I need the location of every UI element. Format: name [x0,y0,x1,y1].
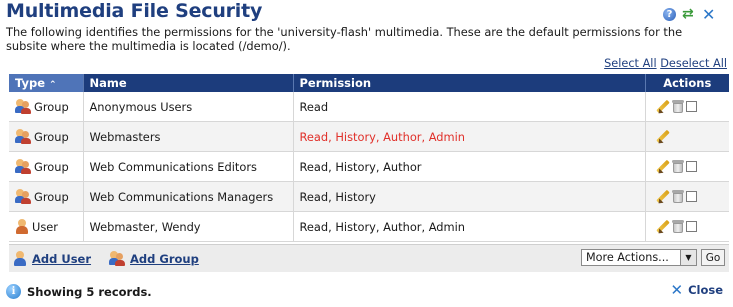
table-row: Group Web Communications Editors Read, H… [9,151,729,182]
user-icon [15,219,30,234]
add-group-button[interactable]: Add Group [109,251,199,266]
row-type: User [32,219,58,234]
row-checkbox[interactable] [685,101,697,112]
row-name: Anonymous Users [83,92,294,122]
help-icon[interactable]: ? [663,7,676,21]
page-description: The following identifies the permissions… [6,25,683,53]
row-type: Group [34,99,69,114]
row-permission: Read [293,92,646,122]
column-header-actions: Actions [645,74,729,92]
column-header-permission[interactable]: Permission [293,74,646,92]
table-row: Group Webmasters Read, History, Author, … [9,121,729,152]
table-row: Group Anonymous Users Read [9,92,729,122]
row-checkbox[interactable] [685,191,697,202]
deselect-all-link[interactable]: Deselect All [660,57,727,70]
column-header-type[interactable]: Type ⌃ [9,74,84,92]
go-button[interactable]: Go [701,249,725,266]
row-name: Web Communications Managers [83,181,294,212]
chevron-down-icon: ▼ [680,250,696,265]
header-icons: ? ⇄ ✕ [663,6,715,22]
column-header-name[interactable]: Name [83,74,294,92]
delete-icon[interactable] [671,100,684,113]
table-header-row: Type ⌃ Name Permission Actions [9,74,729,92]
group-icon [15,129,32,144]
group-icon [15,189,32,204]
edit-icon[interactable] [656,190,670,204]
row-type: Group [34,189,69,204]
sort-ascending-icon: ⌃ [49,80,57,90]
group-icon [109,251,126,266]
row-permission: Read, History, Author [293,151,646,182]
row-checkbox[interactable] [685,221,697,232]
table-footer: Add User Add Group More Actions... ▼ Go [9,244,729,272]
close-icon: ✕ [670,281,684,299]
records-count: Showing 5 records. [27,284,152,299]
select-links: Select All Deselect All [604,57,727,70]
more-actions-select[interactable]: More Actions... ▼ [581,249,697,266]
row-type: Group [34,159,69,174]
table-row: User Webmaster, Wendy Read, History, Aut… [9,211,729,242]
delete-icon[interactable] [671,160,684,173]
row-name: Webmasters [83,121,294,152]
edit-icon[interactable] [656,100,670,114]
row-name: Webmaster, Wendy [83,211,294,242]
edit-icon[interactable] [656,130,670,144]
add-user-button[interactable]: Add User [13,251,91,266]
delete-icon[interactable] [671,190,684,203]
group-icon [15,99,32,114]
user-icon [13,251,28,266]
delete-icon[interactable] [671,220,684,233]
row-permission: Read, History, Author, Admin [293,211,646,242]
row-type: Group [34,129,69,144]
table-row: Group Web Communications Managers Read, … [9,181,729,212]
edit-icon[interactable] [656,220,670,234]
status-bar: i Showing 5 records. [6,284,152,299]
permissions-table: Type ⌃ Name Permission Actions Group Ano… [9,74,729,242]
edit-icon[interactable] [656,160,670,174]
page-title: Multimedia File Security [6,0,263,22]
row-checkbox[interactable] [685,161,697,172]
select-all-link[interactable]: Select All [604,57,656,70]
row-permission: Read, History, Author, Admin [293,121,646,152]
row-permission: Read, History [293,181,646,212]
group-icon [15,159,32,174]
close-icon[interactable]: ✕ [702,6,715,22]
refresh-icon[interactable]: ⇄ [682,7,696,21]
close-button[interactable]: ✕ Close [670,281,723,299]
info-icon: i [6,284,21,299]
row-name: Web Communications Editors [83,151,294,182]
